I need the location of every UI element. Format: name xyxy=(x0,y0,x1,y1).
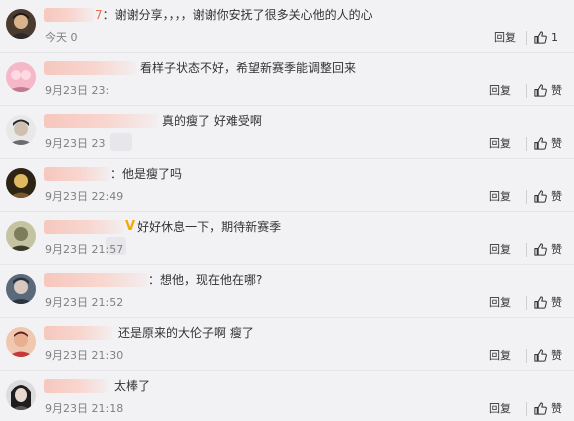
like-label: 赞 xyxy=(551,136,562,150)
comment-item: 7 ：谢谢分享，，，，谢谢你安抚了很多关心他的人的心 今天 0 回复 1 xyxy=(0,0,574,53)
username[interactable] xyxy=(44,114,158,128)
like-button[interactable]: 赞 xyxy=(533,242,562,257)
username[interactable] xyxy=(44,220,124,234)
comment-time: 9月23日 21:30 xyxy=(45,349,124,362)
like-label: 赞 xyxy=(551,401,562,415)
comment-line: V 好好休息一下，期待新赛季 xyxy=(44,219,281,235)
like-label: 赞 xyxy=(551,189,562,203)
avatar[interactable] xyxy=(6,115,36,145)
reply-button[interactable]: 回复 xyxy=(489,84,511,98)
username[interactable] xyxy=(44,167,110,181)
comment-item: ：想他，现在他在哪? 9月23日 21:52 回复 赞 xyxy=(0,265,574,318)
comment-text: 看样子状态不好，希望新赛季能调整回来 xyxy=(140,61,357,75)
thumbs-up-icon xyxy=(534,84,547,97)
like-count: 1 xyxy=(551,30,558,44)
like-button[interactable]: 赞 xyxy=(533,83,562,98)
avatar[interactable] xyxy=(6,221,36,251)
divider xyxy=(526,137,527,151)
username[interactable] xyxy=(44,61,136,75)
comment-text: 好好休息一下，期待新赛季 xyxy=(137,220,282,234)
thumbs-up-icon xyxy=(534,31,547,44)
reply-button[interactable]: 回复 xyxy=(489,349,511,363)
comment-text: ：他是瘦了吗 xyxy=(110,167,183,181)
thumbs-up-icon xyxy=(534,296,547,309)
comment-line: 看样子状态不好，希望新赛季能调整回来 xyxy=(44,60,356,76)
comment-text: 还是原来的大伦子啊 瘦了 xyxy=(118,326,254,340)
reply-button[interactable]: 回复 xyxy=(489,190,511,204)
comment-item: V 好好休息一下，期待新赛季 9月23日 21:57 回复 赞 xyxy=(0,212,574,265)
username-suffix[interactable]: 7 xyxy=(95,7,103,23)
thumbs-up-icon xyxy=(534,243,547,256)
username[interactable] xyxy=(44,326,112,340)
avatar[interactable] xyxy=(6,62,36,92)
like-label: 赞 xyxy=(551,242,562,256)
username[interactable] xyxy=(44,379,108,393)
comment-list: 7 ：谢谢分享，，，，谢谢你安抚了很多关心他的人的心 今天 0 回复 1 看样子… xyxy=(0,0,574,421)
comment-item: 真的瘦了 好难受啊 9月23日 23 回复 赞 xyxy=(0,106,574,255)
divider xyxy=(526,190,527,204)
username[interactable] xyxy=(44,8,94,22)
divider xyxy=(526,84,527,98)
divider xyxy=(526,349,527,363)
comment-item: 还是原来的大伦子啊 瘦了 9月23日 21:30 回复 赞 xyxy=(0,318,574,371)
comment-line: 7 ：谢谢分享，，，，谢谢你安抚了很多关心他的人的心 xyxy=(44,7,373,23)
avatar[interactable] xyxy=(6,9,36,39)
comment-line: ：想他，现在他在哪? xyxy=(44,272,262,288)
comment-time: 9月23日 21:18 xyxy=(45,402,124,415)
comment-line: 还是原来的大伦子啊 瘦了 xyxy=(44,325,254,341)
like-button[interactable]: 赞 xyxy=(533,189,562,204)
comment-time: 9月23日 23: xyxy=(45,84,110,97)
v-verified-icon: V xyxy=(125,219,136,234)
comment-text: 真的瘦了 好难受啊 xyxy=(162,114,262,128)
avatar[interactable] xyxy=(6,168,36,198)
comment-text: ：谢谢分享，，，，谢谢你安抚了很多关心他的人的心 xyxy=(102,8,373,22)
comment-time: 9月23日 21:52 xyxy=(45,296,124,309)
like-label: 赞 xyxy=(551,295,562,309)
thumbs-up-icon xyxy=(534,190,547,203)
reply-button[interactable]: 回复 xyxy=(489,137,511,151)
comment-time: 今天 0 xyxy=(45,31,78,44)
thumbs-up-icon xyxy=(534,402,547,415)
divider xyxy=(526,296,527,310)
comment-time: 9月23日 21:57 xyxy=(45,243,124,256)
comment-item: ：他是瘦了吗 9月23日 22:49 回复 赞 xyxy=(0,159,574,212)
comment-item: 太棒了 9月23日 21:18 回复 赞 xyxy=(0,371,574,421)
comment-time: 9月23日 23 xyxy=(45,137,106,150)
comment-item: 看样子状态不好，希望新赛季能调整回来 9月23日 23: 回复 赞 xyxy=(0,53,574,151)
avatar[interactable] xyxy=(6,274,36,304)
like-button[interactable]: 赞 xyxy=(533,136,562,151)
divider xyxy=(526,402,527,416)
like-button[interactable]: 赞 xyxy=(533,401,562,416)
reply-button[interactable]: 回复 xyxy=(494,31,516,45)
avatar[interactable] xyxy=(6,327,36,357)
comment-text: ：想他，现在他在哪? xyxy=(148,273,263,287)
comment-line: 真的瘦了 好难受啊 xyxy=(44,113,262,129)
reply-button[interactable]: 回复 xyxy=(489,402,511,416)
reply-button[interactable]: 回复 xyxy=(489,243,511,257)
like-label: 赞 xyxy=(551,348,562,362)
comment-text: 太棒了 xyxy=(114,379,151,393)
comment-line: 太棒了 xyxy=(44,378,150,394)
thumbs-up-icon xyxy=(534,349,547,362)
divider xyxy=(526,31,527,45)
avatar[interactable] xyxy=(6,380,36,410)
like-label: 赞 xyxy=(551,83,562,97)
divider xyxy=(526,243,527,257)
like-button[interactable]: 赞 xyxy=(533,295,562,310)
thumbs-up-icon xyxy=(534,137,547,150)
comment-time: 9月23日 22:49 xyxy=(45,190,124,203)
reply-button[interactable]: 回复 xyxy=(489,296,511,310)
username[interactable] xyxy=(44,273,148,287)
like-button[interactable]: 赞 xyxy=(533,348,562,363)
like-button[interactable]: 1 xyxy=(533,30,558,45)
comment-line: ：他是瘦了吗 xyxy=(44,166,182,182)
